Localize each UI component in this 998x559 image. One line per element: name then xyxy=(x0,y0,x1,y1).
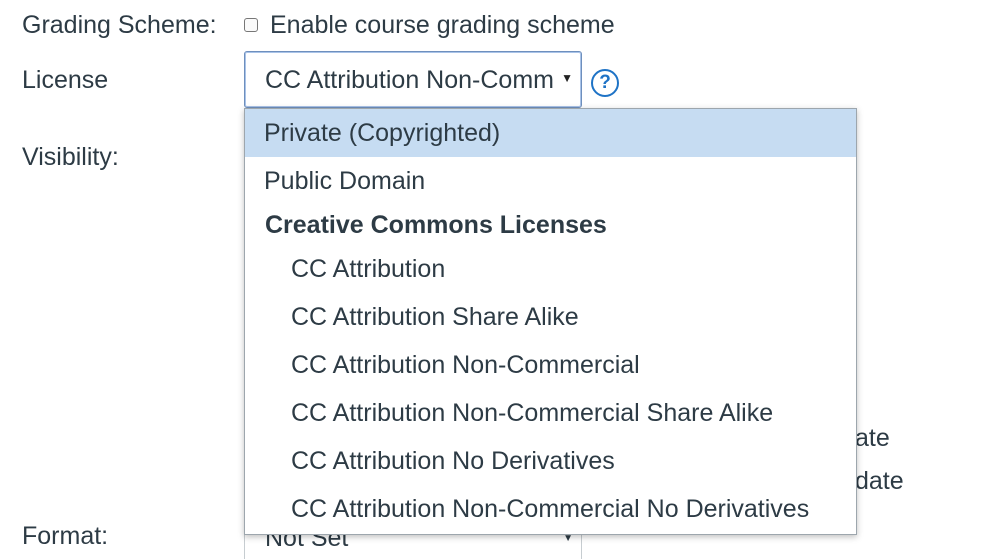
help-icon[interactable]: ? xyxy=(591,69,619,97)
license-dropdown-list[interactable]: Private (Copyrighted) Public Domain Crea… xyxy=(244,108,857,535)
license-selected-value: CC Attribution Non-Commercial xyxy=(265,66,553,94)
license-select[interactable]: CC Attribution Non-Commercial ▼ xyxy=(244,51,582,108)
license-option-cc-by[interactable]: CC Attribution xyxy=(245,245,856,293)
course-settings-page: Grading Scheme: Enable course grading sc… xyxy=(0,0,998,559)
dropdown-arrow-icon: ▼ xyxy=(561,71,573,85)
grading-scheme-checkbox-row[interactable]: Enable course grading scheme xyxy=(244,10,615,40)
visibility-label: Visibility: xyxy=(22,143,119,171)
license-option-private[interactable]: Private (Copyrighted) xyxy=(245,109,856,157)
license-option-public-domain[interactable]: Public Domain xyxy=(245,157,856,205)
grading-scheme-label: Grading Scheme: xyxy=(22,11,217,39)
obscured-text-2: date xyxy=(855,467,904,495)
obscured-text-1: ate xyxy=(855,424,890,452)
format-label: Format: xyxy=(22,522,109,550)
grading-scheme-checkbox-label[interactable]: Enable course grading scheme xyxy=(270,10,615,40)
license-option-cc-by-nc-nd[interactable]: CC Attribution Non-Commercial No Derivat… xyxy=(245,485,856,533)
license-label: License xyxy=(22,66,109,94)
license-option-cc-by-sa[interactable]: CC Attribution Share Alike xyxy=(245,293,856,341)
grading-scheme-checkbox[interactable] xyxy=(244,18,258,32)
license-option-cc-by-nd[interactable]: CC Attribution No Derivatives xyxy=(245,437,856,485)
license-group-creative-commons: Creative Commons Licenses xyxy=(265,211,607,239)
license-option-cc-by-nc-sa[interactable]: CC Attribution Non-Commercial Share Alik… xyxy=(245,389,856,437)
license-option-cc-by-nc[interactable]: CC Attribution Non-Commercial xyxy=(245,341,856,389)
